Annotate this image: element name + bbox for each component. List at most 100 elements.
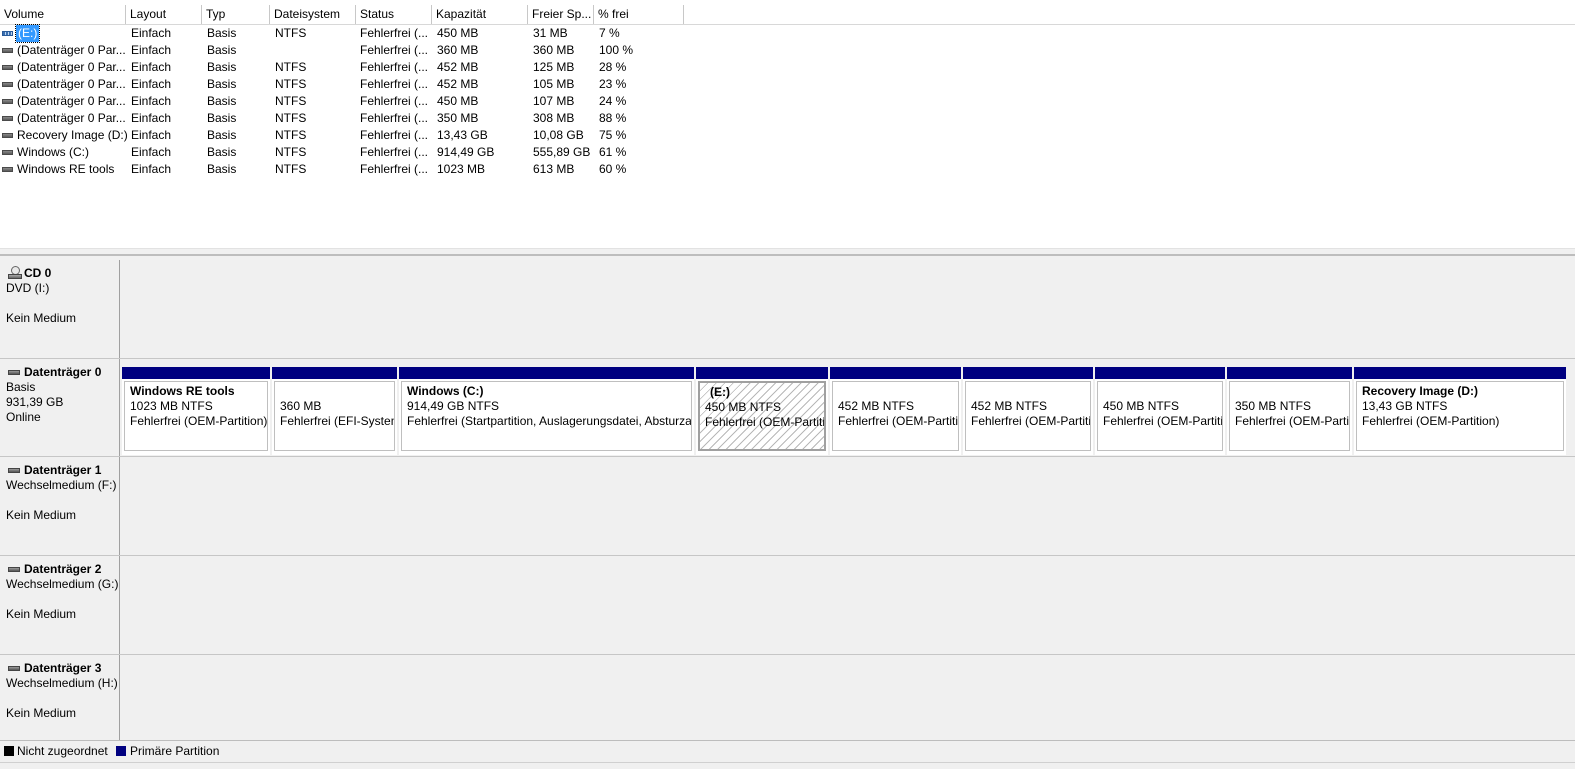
volume-row[interactable]: Windows RE tools Einfach Basis NTFS Fehlerfr… xyxy=(0,161,700,178)
disk-row-disk0: Datenträger 0 Basis 931,39 GB Online Win… xyxy=(0,359,1575,457)
volume-cell-layout: Einfach xyxy=(131,162,172,176)
drive-icon xyxy=(2,167,13,172)
volume-cell-status: Fehlerfrei (... xyxy=(360,43,429,57)
partition-body: 452 MB NTFSFehlerfrei (OEM-Partition) xyxy=(965,381,1091,451)
column-header-dateisystem[interactable]: Dateisystem xyxy=(270,5,356,24)
volume-cell-fs: NTFS xyxy=(275,162,307,176)
hard-disk-icon xyxy=(8,666,20,671)
partition-name xyxy=(280,384,394,399)
partition-body: 450 MB NTFSFehlerfrei (OEM-Partition) xyxy=(1097,381,1223,451)
disk-label-disk3[interactable]: Datenträger 3 Wechselmedium (H:) Kein Me… xyxy=(0,655,120,740)
volume-row[interactable]: (Datenträger 0 Par... Einfach Basis NTFS Feh… xyxy=(0,59,700,76)
volume-cell-free: 555,89 GB xyxy=(533,145,591,159)
volume-name: (Datenträger 0 Par... xyxy=(17,43,126,57)
partition-body: Windows (C:) 914,49 GB NTFS Fehlerfrei (St… xyxy=(401,381,692,451)
column-header-typ[interactable]: Typ xyxy=(202,5,270,24)
volume-name: (Datenträger 0 Par... xyxy=(17,111,126,125)
disk-body-disk3 xyxy=(120,655,1575,740)
volume-cell-cap: 450 MB xyxy=(437,26,479,40)
partition-block[interactable]: 360 MBFehlerfrei (EFI-Systempartition) xyxy=(272,367,397,455)
disk-capacity: 931,39 GB xyxy=(6,395,64,409)
disk-label-disk1[interactable]: Datenträger 1 Wechselmedium (F:) Kein Me… xyxy=(0,457,120,555)
volume-cell-cap: 13,43 GB xyxy=(437,128,488,142)
volume-cell-layout: Einfach xyxy=(131,43,172,57)
partition-type-bar xyxy=(1095,367,1225,379)
disk-label-disk2[interactable]: Datenträger 2 Wechselmedium (G:) Kein Me… xyxy=(0,556,120,654)
disk-row-disk3: Datenträger 3 Wechselmedium (H:) Kein Me… xyxy=(0,655,1575,740)
partition-block[interactable]: 450 MB NTFSFehlerfrei (OEM-Partition) xyxy=(1095,367,1225,455)
column-header-status[interactable]: Status xyxy=(356,5,432,24)
volume-cell-free: 105 MB xyxy=(533,77,575,91)
partition-type-bar xyxy=(963,367,1093,379)
hard-disk-icon xyxy=(8,468,20,473)
column-header-kapazitaet[interactable]: Kapazität xyxy=(432,5,528,24)
volume-cell-fs: NTFS xyxy=(275,94,307,108)
volume-cell-layout: Einfach xyxy=(131,60,172,74)
partition-size: 350 MB NTFS xyxy=(1235,399,1312,413)
volume-row[interactable]: (Datenträger 0 Par... Einfach Basis Fehlerf… xyxy=(0,42,700,59)
cd-drive-icon xyxy=(8,266,22,280)
disk-title: CD 0 xyxy=(24,266,52,280)
disk-title: Datenträger 3 xyxy=(24,661,102,675)
volume-cell-fs: NTFS xyxy=(275,145,307,159)
volume-cell-layout: Einfach xyxy=(131,94,172,108)
volume-cell-typ: Basis xyxy=(207,77,237,91)
column-header-layout[interactable]: Layout xyxy=(126,5,202,24)
legend-primary-label: Primäre Partition xyxy=(130,744,220,758)
column-header-volume[interactable]: Volume xyxy=(0,5,126,24)
column-header-freier-speicher[interactable]: Freier Sp... xyxy=(528,5,594,24)
partition-body: 452 MB NTFSFehlerfrei (OEM-Partition) xyxy=(832,381,959,451)
partition-name xyxy=(971,384,1090,399)
partition-size: 13,43 GB NTFS xyxy=(1362,399,1448,413)
disk-row-disk1: Datenträger 1 Wechselmedium (F:) Kein Me… xyxy=(0,457,1575,556)
partition-type-bar xyxy=(1354,367,1566,379)
partition-body: 350 MB NTFSFehlerfrei (OEM-Partition) xyxy=(1229,381,1350,451)
volume-cell-layout: Einfach xyxy=(131,145,172,159)
partition-name xyxy=(1235,384,1349,399)
partition-block[interactable]: 452 MB NTFSFehlerfrei (OEM-Partition) xyxy=(830,367,961,455)
partition-status: Fehlerfrei (Startpartition, Auslagerungs… xyxy=(407,414,692,428)
partition-type-bar xyxy=(1227,367,1352,379)
volume-name: (Datenträger 0 Par... xyxy=(17,77,126,91)
drive-icon xyxy=(2,31,13,36)
partition-block[interactable]: Windows RE tools 1023 MB NTFS Fehlerfrei (… xyxy=(122,367,270,455)
partition-block[interactable]: 452 MB NTFSFehlerfrei (OEM-Partition) xyxy=(963,367,1093,455)
partition-block[interactable]: (E:)450 MB NTFSFehlerfrei (OEM-Partition… xyxy=(696,367,828,455)
partition-size: 1023 MB NTFS xyxy=(130,399,213,413)
volume-row[interactable]: Recovery Image (D:) Einfach Basis NTFS Fehle… xyxy=(0,127,700,144)
drive-icon xyxy=(2,48,13,53)
disk-body-disk1 xyxy=(120,457,1575,555)
disk-type: Wechselmedium (G:) xyxy=(6,577,119,591)
partition-block[interactable]: Windows (C:) 914,49 GB NTFS Fehlerfrei (St… xyxy=(399,367,694,455)
partition-status: Fehlerfrei (OEM-Partition) xyxy=(838,414,959,428)
volume-row[interactable]: (Datenträger 0 Par... Einfach Basis NTFS Feh… xyxy=(0,93,700,110)
volume-cell-pct: 7 % xyxy=(599,26,620,40)
splitter[interactable] xyxy=(0,248,1575,256)
volume-row[interactable]: Windows (C:) Einfach Basis NTFS Fehlerfrei (… xyxy=(0,144,700,161)
volume-cell-typ: Basis xyxy=(207,26,237,40)
volume-cell-typ: Basis xyxy=(207,94,237,108)
volume-name: Windows (C:) xyxy=(17,145,90,159)
volume-cell-status: Fehlerfrei (... xyxy=(360,128,429,142)
disk-body-disk2 xyxy=(120,556,1575,654)
volume-list[interactable]: Volume Layout Typ Dateisystem Status Kap… xyxy=(0,0,1575,250)
status-strip xyxy=(0,762,1575,769)
volume-row[interactable]: (Datenträger 0 Par... Einfach Basis NTFS Feh… xyxy=(0,76,700,93)
volume-row[interactable]: (Datenträger 0 Par... Einfach Basis NTFS Feh… xyxy=(0,110,700,127)
volume-cell-cap: 1023 MB xyxy=(437,162,486,176)
volume-cell-pct: 88 % xyxy=(599,111,627,125)
volume-list-header: Volume Layout Typ Dateisystem Status Kap… xyxy=(0,5,1575,25)
volume-cell-status: Fehlerfrei (... xyxy=(360,111,429,125)
disk-label-disk0[interactable]: Datenträger 0 Basis 931,39 GB Online xyxy=(0,359,120,456)
column-header-prozent-frei[interactable]: % frei xyxy=(594,5,684,24)
disk-label-cd0[interactable]: CD 0 DVD (I:) Kein Medium xyxy=(0,260,120,358)
partition-block[interactable]: 350 MB NTFSFehlerfrei (OEM-Partition) xyxy=(1227,367,1352,455)
volume-cell-free: 125 MB xyxy=(533,60,575,74)
partition-block[interactable]: Recovery Image (D:) 13,43 GB NTFS Fehlerfr… xyxy=(1354,367,1566,455)
disk-media-status: Kein Medium xyxy=(6,508,77,522)
volume-cell-typ: Basis xyxy=(207,162,237,176)
volume-row[interactable]: (E:) Einfach Basis NTFS Fehlerfrei (... 450 M… xyxy=(0,24,700,43)
volume-cell-cap: 360 MB xyxy=(437,43,479,57)
disk-title: Datenträger 2 xyxy=(24,562,102,576)
partition-status: Fehlerfrei (OEM-Partition) xyxy=(971,414,1091,428)
